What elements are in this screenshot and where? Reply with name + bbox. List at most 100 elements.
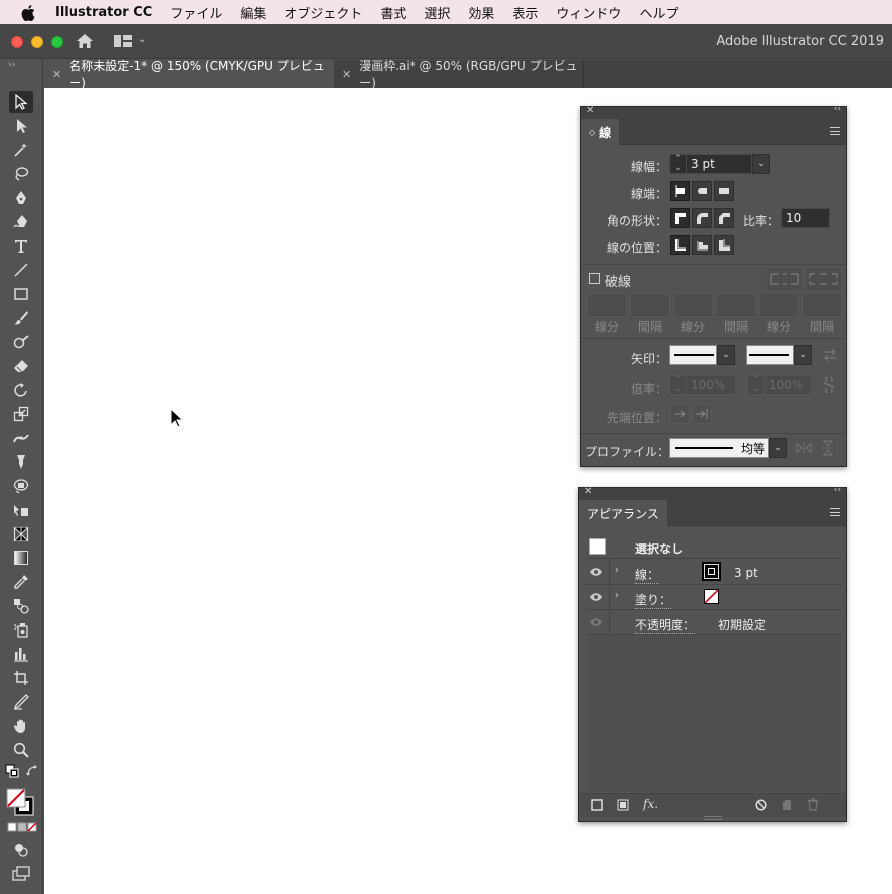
scale-1-stepper[interactable]: ⌃ ⌄ [669,375,687,395]
magic-wand-tool-icon[interactable] [9,139,33,161]
app-menu[interactable]: Illustrator CC [55,5,152,20]
dash-align-corners-button[interactable] [805,267,842,291]
arrow-tip-inside-button[interactable] [692,404,712,424]
collapse-toolbar-icon[interactable]: ›› [8,60,15,70]
flip-across-icon[interactable] [821,440,835,459]
align-center-button[interactable] [670,235,690,255]
line-segment-tool-icon[interactable] [9,259,33,281]
eye-icon[interactable] [589,566,603,580]
weight-input[interactable]: 3 pt [686,154,752,174]
resize-grip[interactable] [704,816,722,820]
menu-select[interactable]: 選択 [424,3,450,22]
scale-tool-icon[interactable] [9,403,33,425]
fill-none-swatch[interactable] [704,589,719,604]
expand-chevron-icon[interactable]: › [615,565,619,576]
close-panel-icon[interactable]: ✕ [584,486,592,497]
drawing-modes-icon[interactable] [9,839,33,861]
menu-edit[interactable]: 編集 [240,3,266,22]
round-join-button[interactable] [692,208,712,228]
gap-2-input[interactable] [716,293,756,317]
rotate-tool-icon[interactable] [9,379,33,401]
perspective-grid-tool-icon[interactable] [9,523,33,545]
shape-builder-tool-icon[interactable] [9,499,33,521]
scale-2-stepper[interactable]: ⌃ ⌄ [747,375,765,395]
panel-options-icon[interactable]: ◇ [589,128,595,137]
free-transform-tool-icon[interactable] [9,475,33,497]
panel-menu-icon[interactable] [830,508,840,516]
minimize-window-button[interactable] [31,36,43,48]
stroke-row-label[interactable]: 線： [635,566,660,584]
eyedropper-tool-icon[interactable] [9,571,33,593]
appearance-fill-row[interactable]: › 塗り： [587,583,841,610]
color-mode-icons[interactable] [7,821,37,835]
symbol-sprayer-tool-icon[interactable] [9,619,33,641]
stroke-swatch[interactable] [702,562,721,581]
zoom-tool-icon[interactable] [9,739,33,761]
paintbrush-tool-icon[interactable] [9,307,33,329]
weight-stepper[interactable]: ⌃ ⌄ [669,154,687,174]
dash-1-input[interactable] [587,293,627,317]
butt-cap-button[interactable] [670,181,690,201]
dashed-line-checkbox[interactable] [589,273,600,284]
start-arrowhead-select[interactable] [669,345,717,365]
slice-tool-icon[interactable] [9,691,33,713]
dash-preserve-button[interactable] [766,267,803,291]
limit-input[interactable]: 10 [781,208,830,228]
delete-item-icon[interactable] [807,798,819,814]
menu-type[interactable]: 書式 [380,3,406,22]
blend-tool-icon[interactable] [9,595,33,617]
opacity-row-label[interactable]: 不透明度： [635,616,696,634]
fill-stroke-swatch[interactable] [5,787,37,819]
add-new-stroke-icon[interactable] [591,799,603,814]
dash-3-input[interactable] [759,293,799,317]
arrow-tip-extend-button[interactable] [670,404,690,424]
dash-2-input[interactable] [673,293,713,317]
menu-window[interactable]: ウィンドウ [556,3,621,22]
bevel-join-button[interactable] [714,208,734,228]
home-icon[interactable] [76,33,94,52]
width-profile-select[interactable]: 均等 [669,438,769,458]
zoom-window-button[interactable] [51,36,63,48]
miter-join-button[interactable] [670,208,690,228]
appearance-opacity-row[interactable]: 不透明度： 初期設定 [587,608,841,635]
add-new-fill-icon[interactable] [617,799,629,814]
end-arrowhead-select[interactable] [746,345,794,365]
puppet-warp-tool-icon[interactable] [9,451,33,473]
expand-chevron-icon[interactable]: › [615,590,619,601]
width-tool-icon[interactable] [9,427,33,449]
appearance-stroke-row[interactable]: › 線： 3 pt [587,558,841,585]
menu-help[interactable]: ヘルプ [639,3,678,22]
lasso-tool-icon[interactable] [9,163,33,185]
chevron-down-icon[interactable]: ⌄ [138,34,146,45]
menu-file[interactable]: ファイル [170,3,222,22]
eye-icon[interactable] [589,616,603,630]
gap-3-input[interactable] [802,293,842,317]
workspace-switcher-icon[interactable] [113,33,133,52]
link-scale-icon[interactable] [822,375,836,396]
close-tab-icon[interactable]: ✕ [342,68,351,81]
shaper-tool-icon[interactable] [9,331,33,353]
apple-icon[interactable] [21,5,35,22]
close-tab-icon[interactable]: ✕ [52,68,61,81]
panel-menu-icon[interactable] [830,127,840,135]
pen-tool-icon[interactable] [9,187,33,209]
curvature-tool-icon[interactable] [9,211,33,233]
close-window-button[interactable] [11,36,23,48]
fill-row-label[interactable]: 塗り： [635,591,672,609]
menu-effect[interactable]: 効果 [468,3,494,22]
close-panel-icon[interactable]: ✕ [586,105,594,116]
projecting-cap-button[interactable] [714,181,734,201]
clear-appearance-icon[interactable] [755,799,767,814]
tab-document-2[interactable]: ✕ 漫画枠.ai* @ 50% (RGB/GPU プレビュー) [334,59,584,90]
profile-dropdown[interactable]: ⌄ [769,438,787,458]
flip-along-icon[interactable] [796,441,812,458]
align-outside-button[interactable] [714,235,734,255]
end-arrowhead-dropdown[interactable]: ⌄ [794,345,812,365]
menu-view[interactable]: 表示 [512,3,538,22]
appearance-header-row[interactable]: 選択なし [587,534,841,559]
screen-mode-icon[interactable] [9,863,33,885]
tab-appearance[interactable]: アピアランス [579,500,667,526]
artboard-tool-icon[interactable] [9,667,33,689]
start-arrowhead-dropdown[interactable]: ⌄ [717,345,735,365]
gradient-tool-icon[interactable] [9,547,33,569]
